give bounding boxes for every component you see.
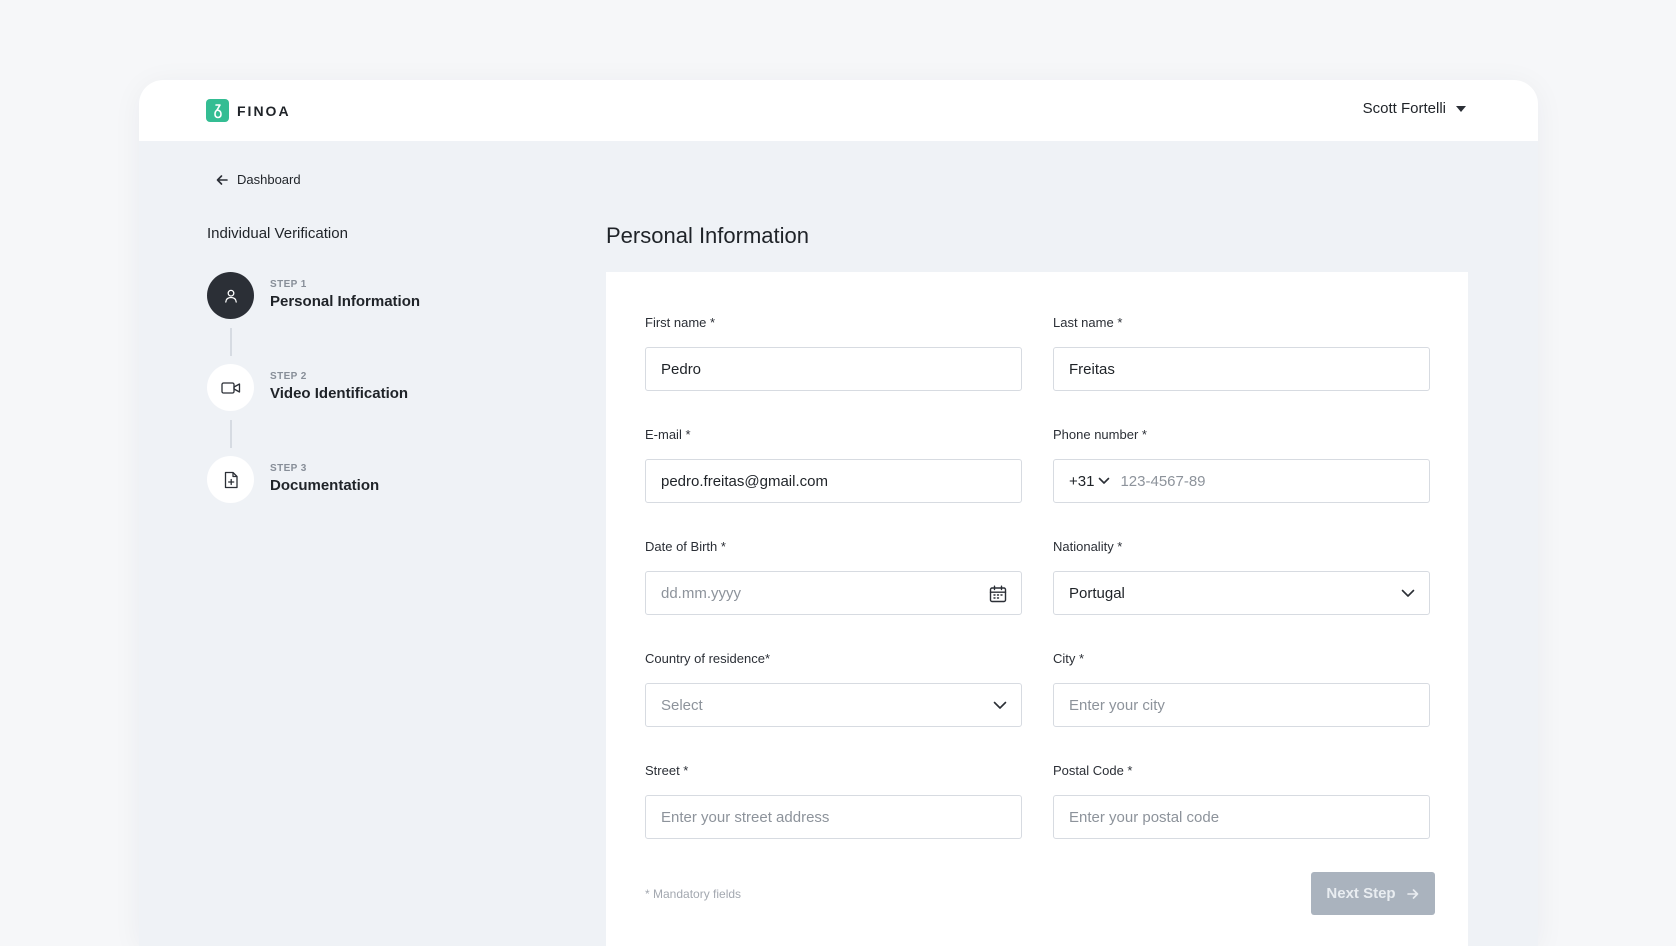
nationality-value: Portugal bbox=[1069, 584, 1125, 602]
last-name-control bbox=[1053, 347, 1430, 391]
country-select[interactable]: Select bbox=[645, 683, 1022, 727]
dob-control bbox=[645, 571, 1022, 615]
street-input[interactable] bbox=[661, 808, 1006, 826]
chevron-down-icon bbox=[1099, 477, 1110, 484]
first-name-input[interactable] bbox=[661, 360, 1006, 378]
first-name-control bbox=[645, 347, 1022, 391]
back-to-dashboard-link[interactable]: Dashboard bbox=[215, 172, 301, 187]
nationality-label: Nationality * bbox=[1053, 539, 1123, 554]
step-label: Personal Information bbox=[270, 293, 421, 310]
user-icon bbox=[224, 289, 237, 303]
dob-input[interactable] bbox=[661, 584, 1006, 602]
step-connector bbox=[230, 420, 232, 448]
back-label: Dashboard bbox=[237, 172, 301, 187]
user-name: Scott Fortelli bbox=[1362, 100, 1446, 117]
dob-label: Date of Birth * bbox=[645, 539, 726, 554]
brand-logo[interactable]: FINOA bbox=[206, 99, 291, 122]
country-code-value: +31 bbox=[1069, 472, 1095, 490]
city-input[interactable] bbox=[1069, 696, 1414, 714]
step-video-identification[interactable]: STEP 2 Video Identification bbox=[207, 364, 420, 456]
next-step-label: Next Step bbox=[1326, 885, 1396, 902]
dob-field: Date of Birth * bbox=[645, 538, 1022, 615]
sidebar-title: Individual Verification bbox=[207, 225, 348, 242]
street-label: Street * bbox=[645, 763, 689, 778]
step-documentation[interactable]: STEP 3 Documentation bbox=[207, 456, 420, 548]
nationality-select[interactable]: Portugal bbox=[1053, 571, 1430, 615]
step-1-circle bbox=[207, 272, 254, 319]
street-control bbox=[645, 795, 1022, 839]
email-label: E-mail * bbox=[645, 427, 691, 442]
phone-control: +31 bbox=[1053, 459, 1430, 503]
page-title: Personal Information bbox=[606, 223, 809, 248]
city-label: City * bbox=[1053, 651, 1085, 666]
brand-name: FINOA bbox=[237, 102, 291, 119]
step-connector bbox=[230, 328, 232, 356]
calendar-icon[interactable] bbox=[989, 585, 1007, 603]
phone-field: Phone number * +31 bbox=[1053, 426, 1430, 503]
country-field: Country of residence* Select bbox=[645, 650, 1022, 727]
phone-label: Phone number * bbox=[1053, 427, 1147, 442]
step-personal-information[interactable]: STEP 1 Personal Information bbox=[207, 272, 420, 364]
user-menu[interactable]: Scott Fortelli bbox=[1363, 100, 1466, 117]
next-step-button[interactable]: Next Step bbox=[1311, 872, 1435, 915]
city-field: City * bbox=[1053, 650, 1430, 727]
postal-code-input[interactable] bbox=[1069, 808, 1414, 826]
email-field: E-mail * bbox=[645, 426, 1022, 503]
country-code-select[interactable]: +31 bbox=[1069, 473, 1110, 490]
step-number: STEP 3 bbox=[270, 463, 307, 474]
step-number: STEP 2 bbox=[270, 371, 307, 382]
app-window: FINOA Scott Fortelli Dashboard Individua… bbox=[139, 80, 1538, 946]
step-number: STEP 1 bbox=[270, 279, 307, 290]
postal-code-control bbox=[1053, 795, 1430, 839]
video-icon bbox=[220, 381, 240, 394]
phone-input[interactable] bbox=[1120, 472, 1414, 490]
first-name-label: First name * bbox=[645, 315, 716, 330]
postal-code-field: Postal Code * bbox=[1053, 762, 1430, 839]
step-3-circle bbox=[207, 456, 254, 503]
top-bar: FINOA Scott Fortelli bbox=[139, 80, 1538, 141]
first-name-field: First name * bbox=[645, 314, 1022, 391]
chevron-down-icon bbox=[993, 701, 1007, 709]
postal-code-label: Postal Code * bbox=[1053, 763, 1133, 778]
last-name-input[interactable] bbox=[1069, 360, 1414, 378]
country-label: Country of residence* bbox=[645, 651, 771, 666]
email-control bbox=[645, 459, 1022, 503]
mandatory-note: * Mandatory fields bbox=[645, 887, 742, 901]
personal-info-form: First name * Last name * E-mail * Phone … bbox=[606, 272, 1468, 946]
step-2-circle bbox=[207, 364, 254, 411]
street-field: Street * bbox=[645, 762, 1022, 839]
email-input[interactable] bbox=[661, 472, 1006, 490]
chevron-down-icon bbox=[1401, 589, 1415, 597]
last-name-field: Last name * bbox=[1053, 314, 1430, 391]
last-name-label: Last name * bbox=[1053, 315, 1123, 330]
verification-steps: STEP 1 Personal Information STEP 2 Video… bbox=[207, 272, 420, 548]
arrow-left-icon bbox=[216, 174, 228, 185]
caret-down-icon bbox=[1456, 105, 1466, 112]
document-add-icon bbox=[224, 471, 238, 488]
finoa-logo-icon bbox=[206, 99, 229, 122]
arrow-right-icon bbox=[1406, 888, 1418, 899]
step-label: Video Identification bbox=[270, 385, 409, 402]
nationality-field: Nationality * Portugal bbox=[1053, 538, 1430, 615]
step-label: Documentation bbox=[270, 477, 380, 494]
country-placeholder: Select bbox=[661, 696, 703, 714]
city-control bbox=[1053, 683, 1430, 727]
